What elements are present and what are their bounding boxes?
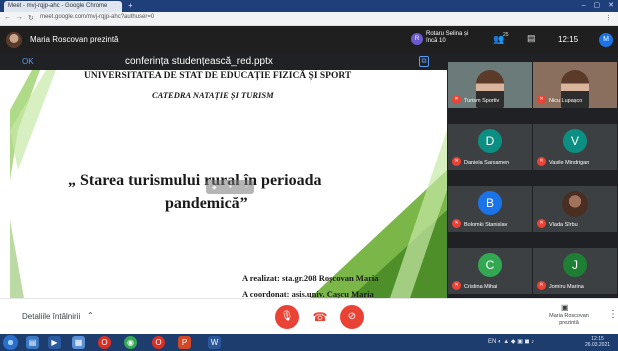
camera-off-button[interactable]: ⊘ (340, 305, 364, 329)
mic-muted-icon: ✕ (452, 95, 461, 104)
participant-name: Vasile Mindrigan (549, 160, 590, 166)
participant-avatar: V (563, 129, 587, 153)
slide-title-line2: pandemică” (165, 195, 248, 212)
participant-avatar: B (478, 191, 502, 215)
taskbar-date: 26.03.2021 (585, 342, 611, 348)
slide-university: UNIVERSITATEA DE STAT DE EDUCAȚIE FIZICĂ… (84, 71, 352, 81)
opera-icon[interactable]: O (98, 336, 111, 349)
participant-name: Nicu Lupașco (549, 98, 583, 104)
taskbar-clock[interactable]: 12:15 26.03.2021 (585, 336, 610, 348)
remove-icon[interactable]: ○ (244, 184, 248, 190)
close-icon[interactable]: ✕ (608, 0, 614, 12)
os-taskbar: ▤ ▶ ▦ O ◉ O P W EN ◐ ▲ ◆ ▣ ◼ ♪ 12:15 26.… (0, 334, 618, 351)
start-button[interactable] (3, 335, 18, 350)
participant-tile[interactable]: ✕ Nicu Lupașco (533, 62, 617, 108)
presentation-area: OK conferința studențească_red.pptx ⧉ UN… (0, 54, 447, 298)
nav-buttons: ← → ↻ (4, 14, 34, 22)
participant-name: Jomiru Marina (549, 284, 584, 290)
participants-grid: ✕ Turism Sportiv ✕ Nicu Lupașco D ✕ Daniela Sa… (447, 54, 618, 298)
microphone-off-button[interactable]: 🎙 (275, 305, 299, 329)
window-controls: – ▢ ✕ (582, 0, 614, 12)
new-tab-icon[interactable]: + (128, 1, 133, 10)
browser-tab[interactable]: Meet - mvj-rqjp-ahc - Google Chrome (4, 1, 122, 12)
participant-name: Turism Sportiv (464, 98, 500, 104)
system-tray[interactable]: EN ◐ ▲ ◆ ▣ ◼ ♪ (488, 338, 534, 345)
participant-avatar: J (563, 253, 587, 277)
slide-overlay-controls: ◆ ● ○ (206, 180, 254, 194)
presenter-avatar (6, 32, 22, 48)
mute-overlay-icon[interactable]: ● (229, 184, 233, 190)
participant-tile[interactable]: B ✕ Bolomki Stanislav (448, 186, 532, 232)
meeting-clock: 12:15 (558, 35, 579, 44)
mic-muted-icon: ✕ (537, 281, 546, 290)
slide-coordinator: A coordonat: asis.univ. Cașcu Maria (242, 289, 374, 298)
participant-photo (562, 191, 588, 217)
powerpoint-icon[interactable]: P (178, 336, 191, 349)
people-count: 25 (503, 32, 509, 38)
reload-icon[interactable]: ↻ (28, 14, 34, 22)
word-icon[interactable]: W (208, 336, 221, 349)
participant-avatar: C (478, 253, 502, 277)
pin-icon[interactable]: ◆ (212, 184, 217, 191)
participant-tile[interactable]: ✕ Vlada Sîrbu (533, 186, 617, 232)
open-file-icon[interactable]: ⧉ (419, 56, 429, 67)
participant-name: Daniela Sarsamen (464, 160, 510, 166)
meeting-details-button[interactable]: Detaliile întâlnirii (22, 312, 80, 321)
address-bar: ← → ↻ meet.google.com/mvj-rqjp-ahc?authu… (0, 12, 618, 26)
more-options-icon[interactable]: ⋮ (608, 309, 618, 320)
mic-muted-icon: ✕ (537, 95, 546, 104)
presenting-label[interactable]: Maria Roscovan prezintă (545, 313, 593, 327)
mic-muted-icon: ✕ (452, 157, 461, 166)
raised-hand-label[interactable]: Rotaru Selina și încă 10 (426, 31, 476, 45)
mic-muted-icon: ✕ (452, 219, 461, 228)
ok-button[interactable]: OK (22, 57, 34, 66)
chat-icon[interactable]: ▤ (527, 33, 536, 44)
presentation-file-bar: OK conferința studențească_red.pptx ⧉ (0, 54, 447, 70)
meet-header: Maria Roscovan prezintă R Rotaru Selina … (0, 26, 618, 54)
slide-department: CATEDRA NATAȚIE ȘI TURISM (152, 90, 274, 100)
meet-controls-bar: Detaliile întâlnirii ⌃ 🎙 ☎ ⊘ ▣ Maria Ros… (0, 298, 618, 334)
user-avatar[interactable]: M (599, 33, 613, 47)
participant-name: Cristina Mihai (464, 284, 498, 290)
participant-tile[interactable]: J ✕ Jomiru Marina (533, 248, 617, 294)
mic-muted-icon: ✕ (537, 157, 546, 166)
hang-up-button[interactable]: ☎ (308, 305, 332, 329)
screen: Meet - mvj-rqjp-ahc - Google Chrome + – … (0, 0, 618, 351)
participant-name: Bolomki Stanislav (464, 222, 508, 228)
media-icon[interactable]: ▶ (48, 336, 61, 349)
participant-tile[interactable]: V ✕ Vasile Mindrigan (533, 124, 617, 170)
maximize-icon[interactable]: ▢ (594, 0, 601, 12)
participant-tile[interactable]: C ✕ Cristina Mihai (448, 248, 532, 294)
participant-avatar: D (478, 129, 502, 153)
presentation-file-name: conferința studențească_red.pptx (125, 56, 273, 67)
mic-muted-icon: ✕ (452, 281, 461, 290)
slide: UNIVERSITATEA DE STAT DE EDUCAȚIE FIZICĂ… (10, 70, 447, 298)
browser-tabbar: Meet - mvj-rqjp-ahc - Google Chrome + – … (0, 0, 618, 12)
back-icon[interactable]: ← (4, 14, 11, 22)
participant-tile[interactable]: ✕ Turism Sportiv (448, 62, 532, 108)
raised-hand-avatar: R (411, 33, 423, 45)
participant-name: Vlada Sîrbu (549, 222, 578, 228)
participant-tile[interactable]: D ✕ Daniela Sarsamen (448, 124, 532, 170)
mic-muted-icon: ✕ (537, 219, 546, 228)
url-field[interactable]: meet.google.com/mvj-rqjp-ahc?authuser=0 (40, 14, 154, 20)
chrome-icon[interactable]: ◉ (124, 336, 137, 349)
explorer-icon[interactable]: ▤ (26, 336, 39, 349)
language-indicator[interactable]: EN (488, 339, 496, 345)
slide-title-line1: „ Starea turismului rural în perioada (68, 172, 322, 189)
presenter-label: Maria Roscovan prezintă (30, 35, 119, 44)
opera-icon-2[interactable]: O (152, 336, 165, 349)
slide-author: A realizat: sta.gr.208 Roșcovan Maria (242, 273, 379, 283)
minimize-icon[interactable]: – (582, 0, 586, 12)
presenting-icon[interactable]: ▣ (561, 303, 569, 312)
chevron-up-icon[interactable]: ⌃ (87, 311, 94, 320)
folder-icon[interactable]: ▦ (72, 336, 85, 349)
forward-icon[interactable]: → (16, 14, 23, 22)
browser-menu-icon[interactable]: ⋮ (605, 14, 612, 22)
